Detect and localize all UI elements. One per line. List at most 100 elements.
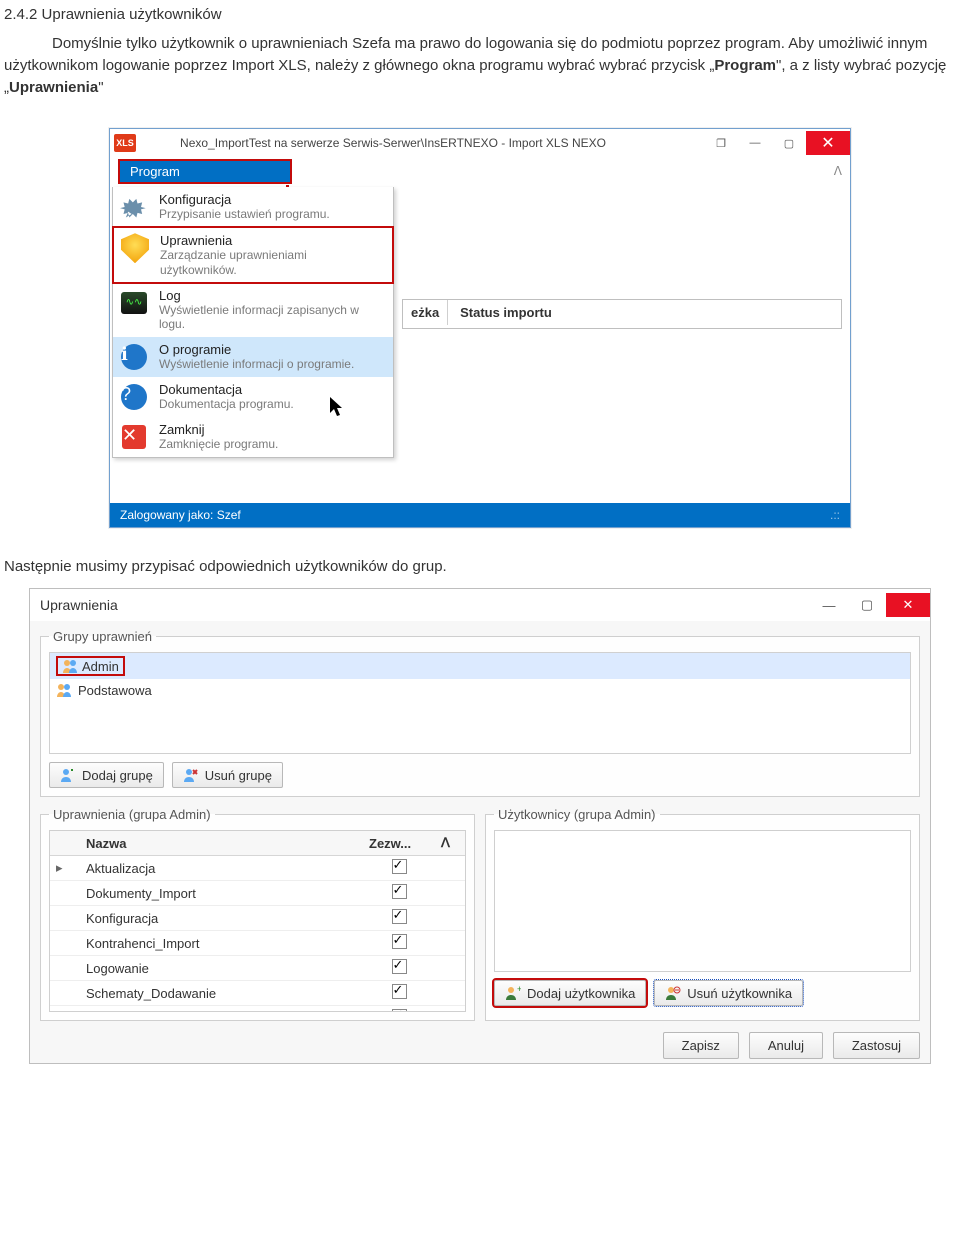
window-maximize-icon[interactable]: ▢ — [848, 593, 886, 617]
menu-item-desc: Dokumentacja programu. — [159, 397, 294, 411]
window-maximize-icon[interactable]: ▢ — [772, 132, 806, 154]
column-header-sciezka[interactable]: eżka — [403, 300, 448, 325]
menu-item-title: Zamknij — [159, 422, 278, 437]
group-row-admin[interactable]: Admin — [50, 653, 910, 679]
perm-row[interactable]: Kontrahenci_Import — [50, 931, 465, 956]
perm-name: Dokumenty_Import — [80, 881, 363, 906]
row-indicator-icon — [50, 931, 80, 956]
group-row-podstawowa[interactable]: Podstawowa — [50, 679, 910, 701]
menu-item-desc: Przypisanie ustawień programu. — [159, 207, 330, 221]
users-list[interactable] — [494, 830, 911, 972]
config-icon — [119, 192, 149, 222]
perm-name: Aktualizacja — [80, 856, 363, 881]
perm-checkbox-cell[interactable] — [363, 931, 435, 956]
log-icon: ∿∿ — [119, 288, 149, 318]
button-label: Dodaj grupę — [82, 768, 153, 783]
zapisz-button[interactable]: Zapisz — [663, 1032, 739, 1059]
row-indicator-icon — [50, 881, 80, 906]
perm-checkbox-cell[interactable] — [363, 956, 435, 981]
menu-item-title: Dokumentacja — [159, 382, 294, 397]
perm-row[interactable]: Schematy_Dodawanie — [50, 981, 465, 1006]
uzytkownicy-fieldset: Użytkownicy (grupa Admin) + Dodaj użytko… — [485, 807, 920, 1021]
column-header-status-importu[interactable]: Status importu — [452, 300, 560, 325]
window-titlebar[interactable]: Uprawnienia — ▢ ✕ — [30, 589, 930, 621]
perm-checkbox-cell[interactable] — [363, 981, 435, 1006]
checkbox-icon[interactable] — [392, 909, 407, 924]
menu-item-uprawnienia[interactable]: Uprawnienia Zarządzanie uprawnieniami uż… — [112, 226, 394, 284]
menu-item-title: Konfiguracja — [159, 192, 330, 207]
perm-row[interactable]: Logowanie — [50, 956, 465, 981]
menu-item-desc: Zarządzanie uprawnieniami użytkowników. — [160, 248, 384, 277]
menu-item-o-programie[interactable]: ℹ O programie Wyświetlenie informacji o … — [113, 337, 393, 377]
window-restore-icon[interactable]: ❐ — [704, 132, 738, 154]
button-label: Usuń użytkownika — [687, 986, 792, 1001]
dodaj-uzytkownika-button[interactable]: + Dodaj użytkownika — [494, 980, 646, 1006]
column-header-zezw[interactable]: Zezw... — [363, 831, 435, 856]
uprawnienia-legend: Uprawnienia (grupa Admin) — [49, 807, 215, 822]
users-plus-icon — [60, 767, 76, 783]
checkbox-icon[interactable] — [392, 934, 407, 949]
resize-grip-icon[interactable]: .:: — [830, 508, 840, 522]
permissions-table[interactable]: Nazwa Zezw... ᐱ ▸AktualizacjaDokumenty_I… — [49, 830, 466, 1012]
checkbox-icon[interactable] — [392, 959, 407, 974]
perm-name: Kontrahenci_Import — [80, 931, 363, 956]
user-plus-icon: + — [505, 985, 521, 1001]
chevron-up-icon[interactable]: ᐱ — [834, 164, 842, 178]
window-minimize-icon[interactable]: — — [738, 132, 772, 154]
button-label: Usuń grupę — [205, 768, 272, 783]
dodaj-grupe-button[interactable]: Dodaj grupę — [49, 762, 164, 788]
menu-item-zamknij[interactable]: ✕ Zamknij Zamknięcie programu. — [113, 417, 393, 457]
column-header-nazwa[interactable]: Nazwa — [80, 831, 363, 856]
window-minimize-icon[interactable]: — — [810, 593, 848, 617]
help-icon: ? — [119, 382, 149, 412]
perm-checkbox-cell[interactable] — [363, 906, 435, 931]
row-indicator-icon — [50, 1006, 80, 1013]
checkbox-icon[interactable] — [392, 884, 407, 899]
menu-item-desc: Wyświetlenie informacji zapisanych w log… — [159, 303, 385, 332]
users-icon — [62, 658, 78, 674]
window-titlebar[interactable]: XLS Nexo_ImportTest na serwerze Serwis-S… — [110, 129, 850, 157]
group-list[interactable]: Admin Podstawowa — [49, 652, 911, 754]
program-menu-button[interactable]: Program — [118, 159, 292, 184]
menu-item-konfiguracja[interactable]: Konfiguracja Przypisanie ustawień progra… — [113, 187, 393, 227]
window-title-text: Uprawnienia — [40, 597, 118, 613]
users-icon — [56, 682, 72, 698]
column-header-scroll-up[interactable]: ᐱ — [435, 831, 465, 856]
menu-item-title: Uprawnienia — [160, 233, 384, 248]
perm-checkbox-cell[interactable] — [363, 881, 435, 906]
group-name: Podstawowa — [78, 683, 152, 698]
zastosuj-button[interactable]: Zastosuj — [833, 1032, 920, 1059]
checkbox-icon[interactable] — [392, 859, 407, 874]
window-body: Konfiguracja Przypisanie ustawień progra… — [110, 187, 850, 527]
grupy-legend: Grupy uprawnień — [49, 629, 156, 644]
window-close-icon[interactable]: ✕ — [806, 131, 850, 155]
anuluj-button[interactable]: Anuluj — [749, 1032, 823, 1059]
program-dropdown-menu: Konfiguracja Przypisanie ustawień progra… — [112, 187, 394, 458]
svg-text:+: + — [517, 985, 521, 994]
usun-grupe-button[interactable]: Usuń grupę — [172, 762, 283, 788]
perm-checkbox-cell[interactable] — [363, 1006, 435, 1013]
perm-checkbox-cell[interactable] — [363, 856, 435, 881]
menubar: Program ᐱ — [110, 157, 850, 187]
menu-item-desc: Zamknięcie programu. — [159, 437, 278, 451]
menu-item-dokumentacja[interactable]: ? Dokumentacja Dokumentacja programu. — [113, 377, 393, 417]
uzytkownicy-legend: Użytkownicy (grupa Admin) — [494, 807, 660, 822]
uprawnienia-fieldset: Uprawnienia (grupa Admin) Nazwa Zezw... … — [40, 807, 475, 1021]
perm-row[interactable]: Konfiguracja — [50, 906, 465, 931]
window-body: Grupy uprawnień Admin — [30, 621, 930, 1063]
checkbox-icon[interactable] — [392, 984, 407, 999]
window-title-text: Nexo_ImportTest na serwerze Serwis-Serwe… — [142, 136, 704, 150]
perm-name: Logowanie — [80, 956, 363, 981]
usun-uzytkownika-button[interactable]: Usuń użytkownika — [654, 980, 803, 1006]
window-close-icon[interactable]: ✕ — [886, 593, 930, 617]
menu-item-log[interactable]: ∿∿ Log Wyświetlenie informacji zapisanyc… — [113, 283, 393, 337]
row-indicator-icon — [50, 906, 80, 931]
perm-row[interactable]: Schematy_Edytowanie — [50, 1006, 465, 1013]
para1-bold-program: Program — [714, 57, 776, 74]
status-text: Zalogowany jako: Szef — [120, 508, 241, 522]
perm-row[interactable]: ▸Aktualizacja — [50, 856, 465, 881]
checkbox-icon[interactable] — [392, 1009, 407, 1012]
row-indicator-icon — [50, 956, 80, 981]
perm-row[interactable]: Dokumenty_Import — [50, 881, 465, 906]
program-menu-label: Program — [130, 164, 180, 179]
